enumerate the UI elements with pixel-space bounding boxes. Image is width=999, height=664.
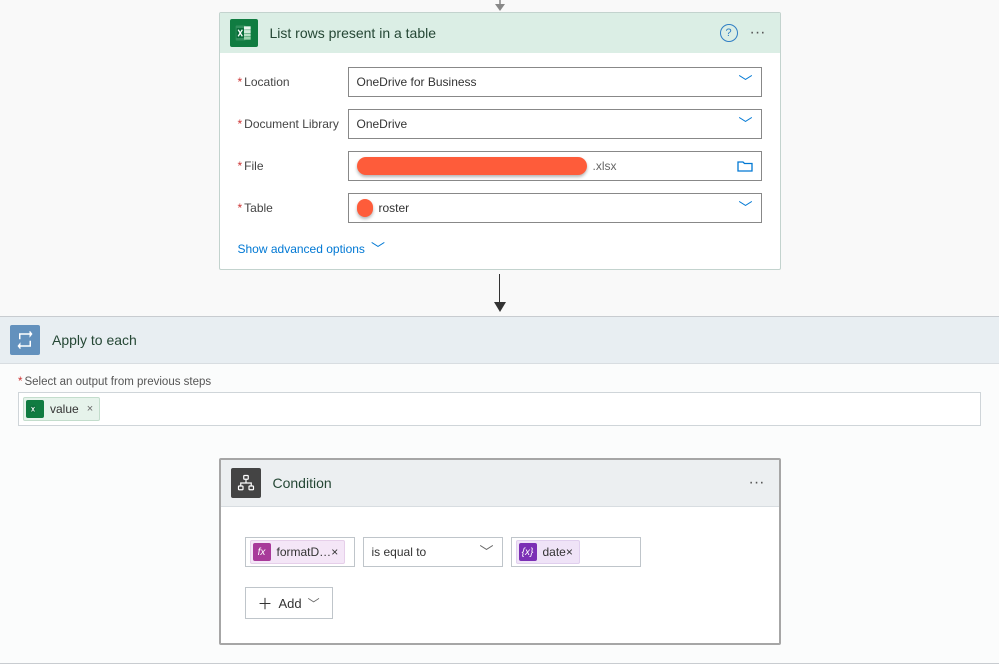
file-extension: .xlsx <box>593 159 617 173</box>
doclib-dropdown[interactable]: OneDrive ﹀ <box>348 109 762 139</box>
more-icon[interactable]: ··· <box>745 473 769 493</box>
chevron-down-icon: ﹀ <box>371 239 385 259</box>
doclib-label: *Document Library <box>238 117 348 131</box>
show-advanced-label: Show advanced options <box>238 242 365 256</box>
comparator-dropdown[interactable]: is equal to ﹀ <box>363 537 503 567</box>
fx-token-label: formatD… <box>277 545 332 559</box>
more-icon[interactable]: ··· <box>746 23 770 43</box>
excel-action-header[interactable]: List rows present in a table ? ··· <box>220 13 780 53</box>
variable-token-label: date <box>543 545 566 559</box>
location-field-row: *Location OneDrive for Business ﹀ <box>238 67 762 97</box>
table-field-row: *Table roster ﹀ <box>238 193 762 223</box>
comparator-value: is equal to <box>372 545 427 559</box>
incoming-connector <box>492 0 508 12</box>
token-remove-icon[interactable]: × <box>566 545 573 559</box>
plus-icon: ＋ <box>258 593 273 614</box>
help-icon[interactable]: ? <box>720 24 738 42</box>
add-button[interactable]: ＋ Add ﹀ <box>245 587 333 619</box>
condition-body: fx formatD… × is equal to ﹀ {x} date <box>221 507 779 643</box>
chevron-down-icon: ﹀ <box>739 198 753 218</box>
select-output-input[interactable]: value × <box>18 392 981 426</box>
add-button-label: Add <box>279 596 302 611</box>
location-dropdown[interactable]: OneDrive for Business ﹀ <box>348 67 762 97</box>
table-label: *Table <box>238 201 348 215</box>
condition-expression-row: fx formatD… × is equal to ﹀ {x} date <box>245 537 755 567</box>
value-token[interactable]: value × <box>23 397 100 421</box>
file-field-row: *File .xlsx <box>238 151 762 181</box>
token-remove-icon[interactable]: × <box>87 403 93 415</box>
apply-to-each-header[interactable]: Apply to each <box>0 317 999 364</box>
chevron-down-icon: ﹀ <box>480 542 494 562</box>
excel-icon <box>230 19 258 47</box>
file-label: *File <box>238 159 348 173</box>
table-dropdown[interactable]: roster ﹀ <box>348 193 762 223</box>
excel-mini-icon <box>26 400 44 418</box>
table-value: roster <box>379 201 733 215</box>
variable-badge-icon: {x} <box>519 543 537 561</box>
folder-icon[interactable] <box>737 159 753 173</box>
value-token-label: value <box>50 402 79 416</box>
loop-icon <box>10 325 40 355</box>
condition-icon <box>231 468 261 498</box>
show-advanced-link[interactable]: Show advanced options ﹀ <box>238 239 385 259</box>
apply-to-each-body: *Select an output from previous steps va… <box>0 364 999 663</box>
right-operand-input[interactable]: {x} date × <box>511 537 641 567</box>
left-operand-input[interactable]: fx formatD… × <box>245 537 355 567</box>
chevron-down-icon: ﹀ <box>739 114 753 134</box>
condition-title: Condition <box>273 475 745 491</box>
variable-token[interactable]: {x} date × <box>516 540 580 564</box>
chevron-down-icon: ﹀ <box>308 595 320 612</box>
condition-card: Condition ··· fx formatD… × is equal to … <box>219 458 781 645</box>
redacted-table-icon <box>357 199 373 217</box>
fx-badge-icon: fx <box>253 543 271 561</box>
flow-connector-arrow <box>0 274 999 314</box>
file-picker[interactable]: .xlsx <box>348 151 762 181</box>
doclib-value: OneDrive <box>357 117 733 131</box>
excel-action-body: *Location OneDrive for Business ﹀ *Docum… <box>220 53 780 269</box>
fx-expression-token[interactable]: fx formatD… × <box>250 540 346 564</box>
chevron-down-icon: ﹀ <box>739 72 753 92</box>
token-remove-icon[interactable]: × <box>331 545 338 559</box>
location-value: OneDrive for Business <box>357 75 733 89</box>
condition-header[interactable]: Condition ··· <box>221 460 779 507</box>
apply-to-each-title: Apply to each <box>52 332 989 348</box>
doclib-field-row: *Document Library OneDrive ﹀ <box>238 109 762 139</box>
redacted-file-path <box>357 157 587 175</box>
select-output-label: *Select an output from previous steps <box>18 376 981 388</box>
excel-action-title: List rows present in a table <box>270 25 720 41</box>
location-label: *Location <box>238 75 348 89</box>
excel-action-card: List rows present in a table ? ··· *Loca… <box>219 12 781 270</box>
apply-to-each-container: Apply to each *Select an output from pre… <box>0 316 999 664</box>
